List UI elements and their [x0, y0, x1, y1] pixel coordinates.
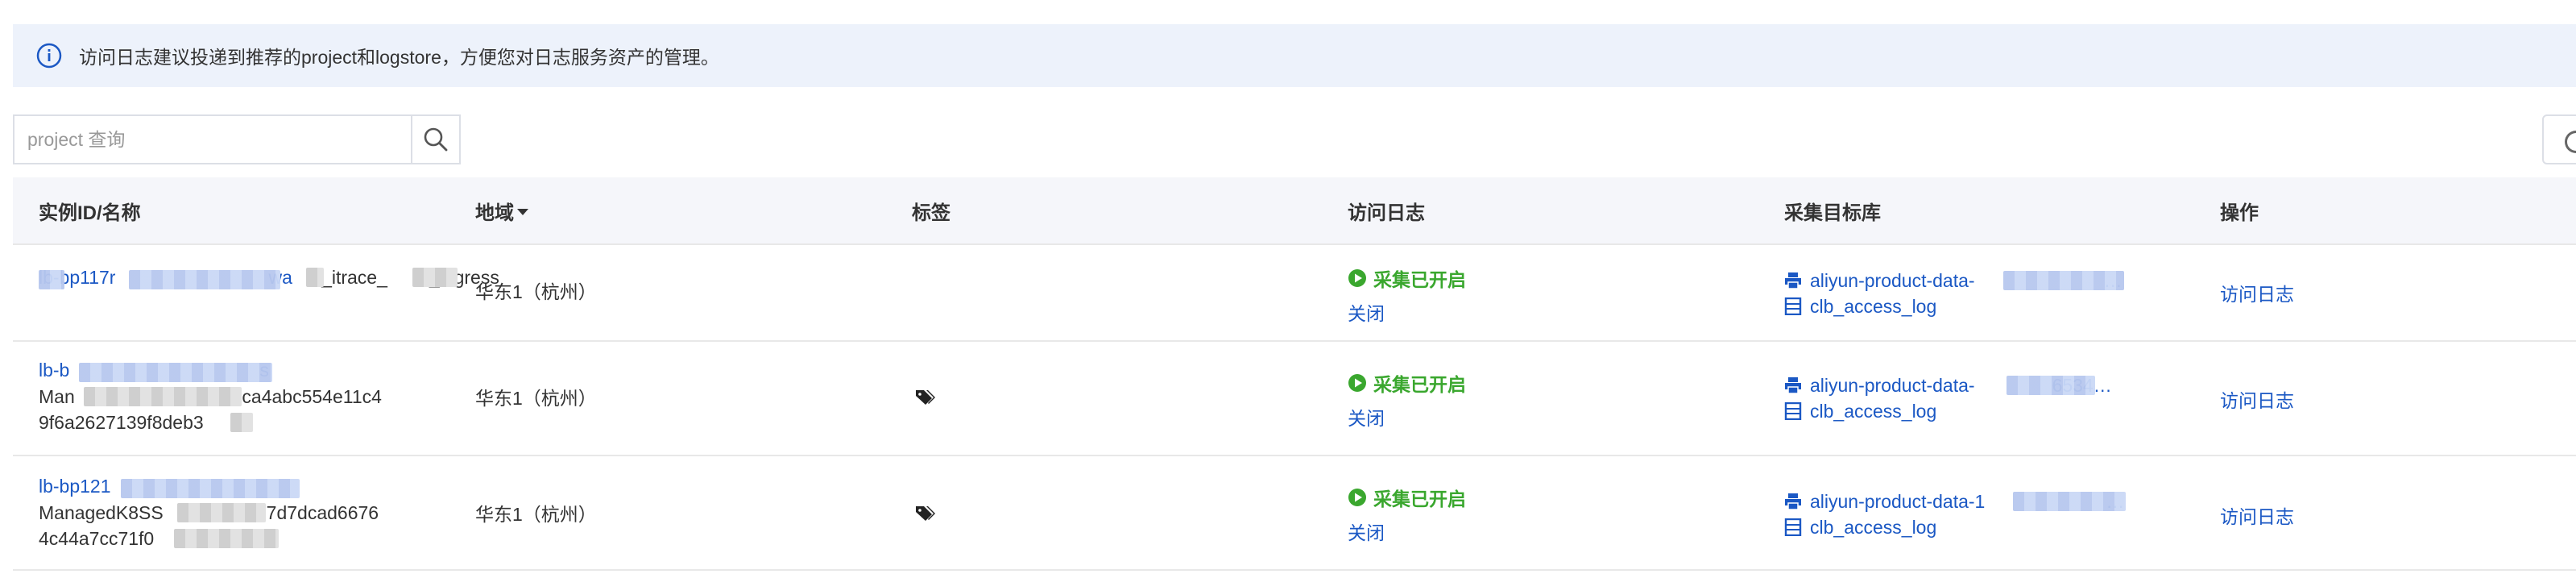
- sort-caret-icon[interactable]: [517, 209, 528, 215]
- instance-cell: lb-bp117r wa cl_itrace_ _ingress: [39, 266, 549, 293]
- play-circle-icon: [1348, 489, 1366, 506]
- printer-icon: [1785, 377, 1801, 394]
- access-log-cell: 采集已开启 关闭: [1348, 369, 1466, 430]
- access-log-cell: 采集已开启 关闭: [1348, 484, 1466, 545]
- logstore-link[interactable]: clb_access_log: [1784, 398, 2112, 424]
- target-cell: aliyun-product-data-… clb_access_log: [1784, 268, 2124, 319]
- project-search: [13, 114, 461, 164]
- view-access-log-link[interactable]: 访问日志: [2220, 284, 2294, 305]
- region-cell: 华东1（杭州）: [475, 504, 597, 525]
- region-cell: 华东1（杭州）: [475, 281, 597, 302]
- header-target: 采集目标库: [1784, 202, 1881, 224]
- logstore-link[interactable]: clb_access_log: [1784, 514, 2124, 540]
- project-link[interactable]: aliyun-product-data-6534…: [1784, 372, 2112, 398]
- search-icon: [424, 127, 448, 152]
- play-circle-icon: [1348, 269, 1366, 287]
- header-instance: 实例ID/名称: [39, 202, 141, 224]
- close-collection-link[interactable]: 关闭: [1348, 518, 1466, 545]
- table-header: 实例ID/名称 地域 标签 访问日志 采集目标库 操作: [13, 177, 2576, 245]
- tag-icon[interactable]: [915, 389, 936, 406]
- play-circle-icon: [1348, 374, 1366, 392]
- printer-icon: [1785, 272, 1801, 289]
- header-region-label: 地域: [475, 202, 514, 224]
- status-enabled: 采集已开启: [1348, 369, 1466, 397]
- search-input[interactable]: [14, 116, 411, 163]
- close-collection-link[interactable]: 关闭: [1348, 403, 1466, 430]
- access-log-cell: 采集已开启 关闭: [1348, 264, 1466, 326]
- instance-name: Man -ca4abc554e11c4 9f6a2627139f8deb3: [39, 386, 382, 433]
- table-row: lb-bs Man-ca4abc554e11c4 9f6a2627139f8de…: [13, 342, 2576, 456]
- instance-cell: lb-bp121 ManagedK8SS -c97d7dcad6676 4c44a…: [39, 476, 379, 551]
- logstore-link[interactable]: clb_access_log: [1784, 293, 2123, 319]
- region-cell: 华东1（杭州）: [475, 388, 597, 409]
- close-collection-link[interactable]: 关闭: [1348, 298, 1466, 326]
- banner-text: 访问日志建议投递到推荐的project和logstore，方便您对日志服务资产的…: [79, 47, 719, 68]
- instance-id-link[interactable]: lb-bp121: [39, 476, 111, 497]
- tag-icon[interactable]: [915, 505, 936, 522]
- refresh-button[interactable]: [2542, 114, 2576, 164]
- target-cell: aliyun-product-data-1… clb_access_log: [1784, 489, 2126, 540]
- table-row: lb-bp121 ManagedK8SS -c97d7dcad6676 4c44a…: [13, 456, 2576, 571]
- refresh-icon: [2565, 131, 2576, 153]
- info-banner: 访问日志建议投递到推荐的project和logstore，方便您对日志服务资产的…: [13, 24, 2576, 87]
- project-link[interactable]: aliyun-product-data-…: [1784, 268, 2124, 293]
- instance-name: ManagedK8SS -c97d7dcad6676 4c44a7cc71f0: [39, 502, 379, 549]
- database-icon: [1784, 402, 1802, 420]
- table-row: lb-bp117r wa cl_itrace_ _ingress 华东1（杭州） 采…: [13, 245, 2576, 342]
- status-enabled: 采集已开启: [1348, 484, 1466, 511]
- view-access-log-link[interactable]: 访问日志: [2220, 506, 2294, 527]
- database-icon: [1784, 297, 1802, 315]
- target-cell: aliyun-product-data-6534… clb_access_log: [1784, 372, 2112, 424]
- status-enabled: 采集已开启: [1348, 264, 1466, 292]
- instance-cell: lb-bs Man-ca4abc554e11c4 9f6a2627139f8de…: [39, 360, 382, 435]
- header-region[interactable]: 地域: [475, 177, 528, 243]
- info-icon: [35, 42, 63, 69]
- database-icon: [1784, 518, 1802, 536]
- project-link[interactable]: aliyun-product-data-1…: [1784, 489, 2126, 514]
- header-tags: 标签: [912, 202, 950, 224]
- view-access-log-link[interactable]: 访问日志: [2220, 390, 2294, 411]
- header-actions: 操作: [2220, 202, 2259, 224]
- instance-table: 实例ID/名称 地域 标签 访问日志 采集目标库 操作 lb-bp117r wa …: [13, 177, 2576, 571]
- search-button[interactable]: [411, 116, 459, 163]
- header-access-log: 访问日志: [1348, 202, 1425, 224]
- tag-cell: [915, 505, 936, 526]
- tag-cell: [915, 389, 936, 410]
- printer-icon: [1785, 493, 1801, 510]
